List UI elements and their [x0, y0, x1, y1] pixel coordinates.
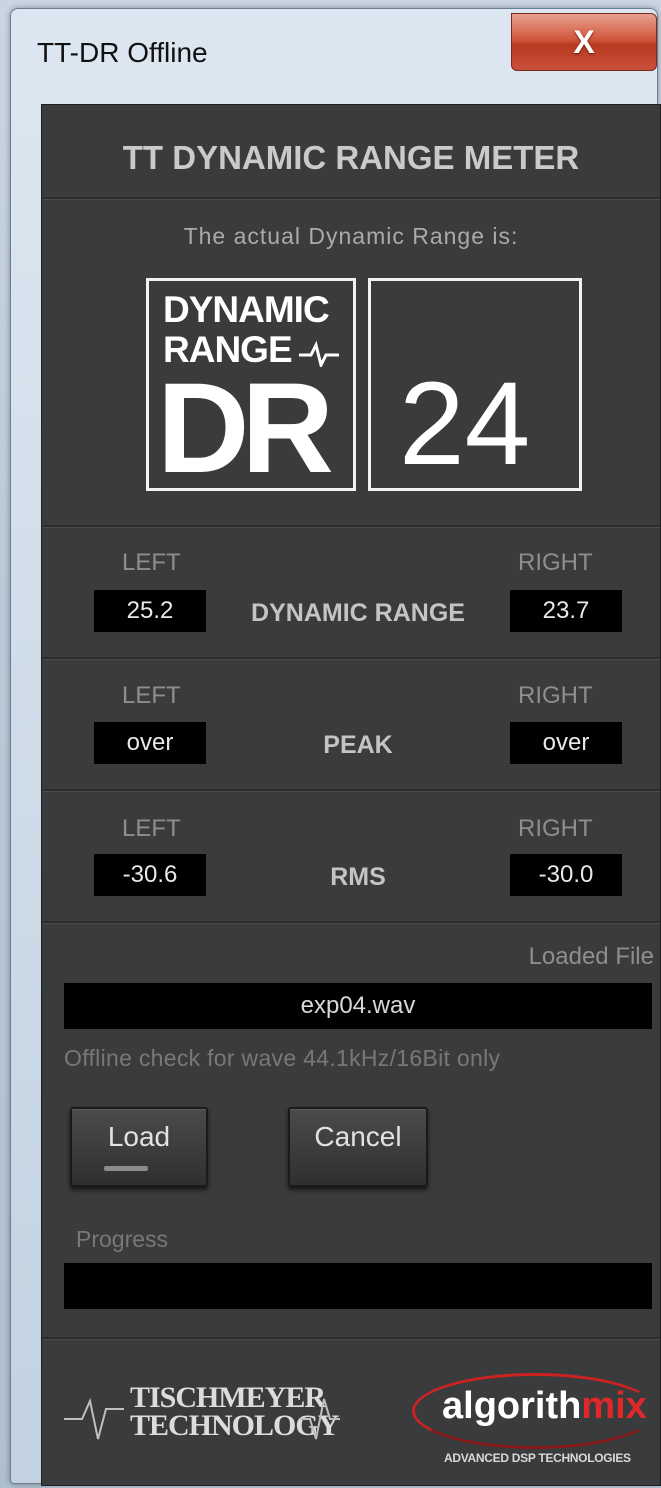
divider: [42, 657, 660, 660]
load-button-label: Load: [107, 1121, 171, 1152]
algorithmix-part2: mix: [581, 1385, 647, 1427]
rms-right-value: -30.0: [510, 854, 622, 896]
dr-subtitle: The actual Dynamic Range is:: [183, 223, 519, 249]
peak-left-value: over: [94, 722, 206, 764]
rms-left-value: -30.6: [94, 854, 206, 896]
tischmeyer-logo: TISCHMEYER TECHNOLOGY: [64, 1373, 340, 1453]
load-indicator-led: [104, 1166, 148, 1171]
dr-right-value: 23.7: [510, 590, 622, 632]
format-note: Offline check for wave 44.1kHz/16Bit onl…: [64, 1045, 501, 1071]
dr-left-label: LEFT: [122, 549, 181, 576]
algorithmix-wordmark: algorithmix: [442, 1385, 647, 1428]
divider: [42, 921, 660, 924]
algorithmix-logo: algorithmix ADVANCED DSP TECHNOLOGIES: [408, 1367, 658, 1477]
peak-left-label: LEFT: [122, 682, 181, 709]
loaded-file-field: exp04.wav: [64, 983, 652, 1029]
logo-line-dr: DR: [157, 357, 334, 500]
peak-right-label: RIGHT: [518, 682, 593, 709]
divider: [42, 525, 660, 528]
peak-right-value: over: [510, 722, 622, 764]
pulse-icon: [64, 1397, 124, 1440]
rms-left-label: LEFT: [122, 815, 181, 842]
progress-bar: [64, 1263, 652, 1309]
cancel-button[interactable]: Cancel: [288, 1107, 428, 1187]
dr-left-value: 25.2: [94, 590, 206, 632]
close-button[interactable]: X: [511, 13, 657, 71]
divider: [42, 1337, 660, 1340]
dr-right-label: RIGHT: [518, 549, 593, 576]
logo-line-dynamic: DYNAMIC: [163, 289, 330, 330]
peak-label: PEAK: [323, 731, 393, 759]
divider: [42, 197, 660, 200]
dr-value: 24: [399, 358, 531, 490]
dynamic-range-logo: DYNAMIC RANGE DR: [146, 278, 356, 500]
close-icon: X: [573, 23, 595, 60]
dynamic-range-label: DYNAMIC RANGE: [251, 599, 465, 627]
rms-right-label: RIGHT: [518, 815, 593, 842]
pulse-icon: [300, 1398, 340, 1440]
meter-panel: TT DYNAMIC RANGE METER The actual Dynami…: [41, 104, 661, 1486]
algorithmix-part1: algorith: [442, 1385, 582, 1427]
algorithmix-tagline: ADVANCED DSP TECHNOLOGIES: [444, 1451, 631, 1465]
load-button[interactable]: Load: [70, 1107, 208, 1187]
meter-title: TT DYNAMIC RANGE METER: [122, 139, 580, 176]
app-window: TT-DR Offline X TT DYNAMIC RANGE METER T…: [10, 8, 661, 1486]
window-title: TT-DR Offline: [37, 37, 208, 68]
loaded-file-label: Loaded File: [528, 943, 654, 970]
divider: [42, 789, 660, 792]
dr-value-box: 24: [368, 278, 582, 491]
rms-label: RMS: [330, 863, 386, 891]
cancel-button-label: Cancel: [314, 1121, 402, 1152]
progress-label: Progress: [76, 1226, 169, 1252]
